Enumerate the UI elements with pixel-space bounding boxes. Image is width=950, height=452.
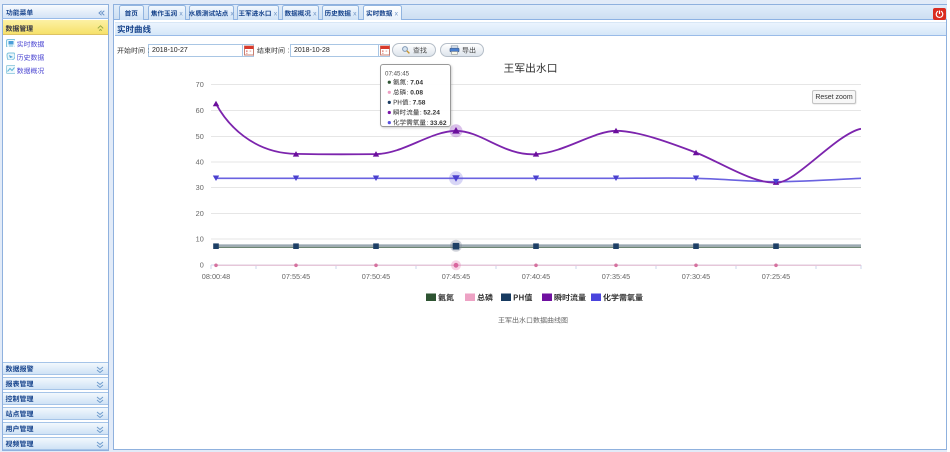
- svg-text:30: 30: [196, 183, 204, 192]
- svg-text:0: 0: [200, 261, 204, 270]
- svg-text:07:40:45: 07:40:45: [522, 272, 550, 281]
- svg-text:07:25:45: 07:25:45: [762, 272, 790, 281]
- svg-text:07:30:45: 07:30:45: [682, 272, 710, 281]
- svg-text:07:55:45: 07:55:45: [282, 272, 310, 281]
- svg-text:10: 10: [196, 235, 204, 244]
- svg-text:08:00:48: 08:00:48: [202, 272, 230, 281]
- svg-text:20: 20: [196, 209, 204, 218]
- svg-text:70: 70: [196, 80, 204, 89]
- svg-text:07:50:45: 07:50:45: [362, 272, 390, 281]
- svg-text:60: 60: [196, 106, 204, 115]
- svg-text:07:35:45: 07:35:45: [602, 272, 630, 281]
- svg-text:50: 50: [196, 132, 204, 141]
- svg-text:40: 40: [196, 158, 204, 167]
- svg-text:07:45:45: 07:45:45: [442, 272, 470, 281]
